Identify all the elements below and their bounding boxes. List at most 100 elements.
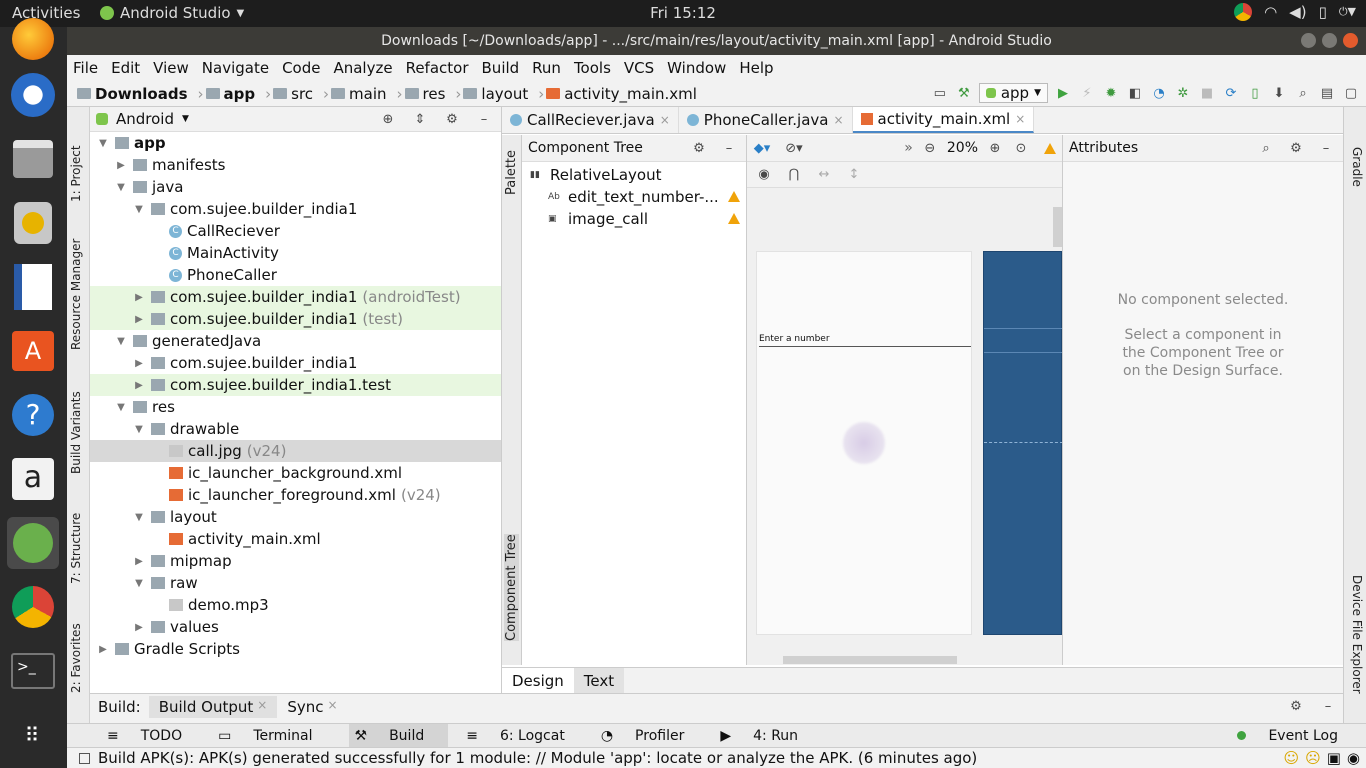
expanded-arrow-icon[interactable]: ▼ [96,138,110,149]
project-view-select[interactable]: Android [116,110,174,128]
breadcrumb-activity-main[interactable]: activity_main.xml [546,85,697,103]
tree-item[interactable]: ▼ app [90,132,501,154]
lock-icon[interactable]: ▣ [1327,749,1341,767]
warning-icon[interactable] [728,213,740,224]
status-toggle-icon[interactable] [79,752,90,764]
gradle-tab[interactable]: Gradle [1350,147,1364,187]
warning-icon[interactable] [1044,142,1056,154]
happy-face-icon[interactable]: ☺ [1283,749,1299,767]
menu-navigate[interactable]: Navigate [202,59,269,77]
maximize-icon[interactable] [1322,33,1337,48]
zoom-out-icon[interactable]: ⊖ [921,139,939,157]
stop-icon[interactable]: ■ [1198,84,1216,102]
breadcrumb-main[interactable]: main [331,85,387,103]
expanded-arrow-icon[interactable]: ▼ [132,512,146,523]
tree-item[interactable]: ic_launcher_foreground.xml (v24) [90,484,501,506]
palette-tab[interactable]: Palette [504,150,519,195]
run-icon[interactable]: ▶ [1054,84,1072,102]
tree-item[interactable]: ic_launcher_background.xml [90,462,501,484]
debug-icon[interactable]: ✹ [1102,84,1120,102]
zoom-fit-icon[interactable]: ⊙ [1012,139,1030,157]
writer-icon[interactable] [7,261,59,313]
component-tree-tab[interactable]: Component Tree [504,534,519,641]
device-file-explorer-tab[interactable]: Device File Explorer [1350,575,1364,694]
profiler-tool-button[interactable]: ◔ Profiler [601,728,703,744]
edit-text-number[interactable]: Enter a number [759,334,971,347]
collapsed-arrow-icon[interactable]: ▶ [132,622,146,633]
status-message[interactable]: Build APK(s): APK(s) generated successfu… [98,749,977,767]
breadcrumb-src[interactable]: src [273,85,313,103]
project-structure-icon[interactable]: ▤ [1318,84,1336,102]
gear-icon[interactable]: ⚙ [1287,698,1305,716]
menu-file[interactable]: File [73,59,98,77]
horizontal-arrow-icon[interactable]: ↔ [815,166,833,184]
tab-phonecaller[interactable]: PhoneCaller.java × [679,107,853,133]
tree-item[interactable]: activity_main.xml [90,528,501,550]
breadcrumb-res[interactable]: res [404,85,445,103]
assistant-icon[interactable]: ▢ [1342,84,1360,102]
terminal-icon[interactable]: >_ [7,645,59,697]
run-tool-button[interactable]: ▶ 4: Run [720,728,816,744]
tab-callreciever[interactable]: CallReciever.java × [502,107,679,133]
tree-item[interactable]: ▶ values [90,616,501,638]
gear-icon[interactable]: ⚙ [1287,139,1305,157]
close-tab-icon[interactable]: × [833,113,843,127]
vertical-arrow-icon[interactable]: ↕ [845,166,863,184]
layout-icon[interactable]: ▭ [931,84,949,102]
zoom-in-icon[interactable]: ⊕ [986,139,1004,157]
component-tree-item[interactable]: ▣ image_call [522,208,746,230]
tree-item[interactable]: C PhoneCaller [90,264,501,286]
tree-item[interactable]: ▼ com.sujee.builder_india1 [90,198,501,220]
collapsed-arrow-icon[interactable]: ▶ [132,556,146,567]
build-variants-tab[interactable]: Build Variants [69,391,83,474]
gear-icon[interactable]: ⚙ [443,110,461,128]
close-icon[interactable] [1343,33,1358,48]
tree-item[interactable]: ▶ com.sujee.builder_india1 (androidTest) [90,286,501,308]
eye-icon[interactable]: ◉ [755,166,773,184]
terminal-tool-button[interactable]: ▭ Terminal [218,728,330,744]
warning-icon[interactable] [728,191,740,202]
magnet-icon[interactable]: ⋂ [785,166,803,184]
tree-item[interactable]: C MainActivity [90,242,501,264]
todo-tool-button[interactable]: ≡ TODO [107,728,200,744]
collapsed-arrow-icon[interactable]: ▶ [114,160,128,171]
sync-gradle-icon[interactable]: ⟳ [1222,84,1240,102]
tree-item[interactable]: demo.mp3 [90,594,501,616]
menu-refactor[interactable]: Refactor [406,59,469,77]
tree-item[interactable]: ▶ com.sujee.builder_india1 [90,352,501,374]
expanded-arrow-icon[interactable]: ▼ [132,578,146,589]
search-icon[interactable]: ⌕ [1294,84,1312,102]
menu-code[interactable]: Code [282,59,320,77]
chrome-tray-icon[interactable] [1234,3,1253,21]
expanded-arrow-icon[interactable]: ▼ [114,402,128,413]
hide-panel-icon[interactable]: – [475,110,493,128]
wifi-icon[interactable]: ◠ [1264,3,1277,21]
avd-manager-icon[interactable]: ▯ [1246,84,1264,102]
breadcrumb-downloads[interactable]: Downloads [77,85,188,103]
resource-manager-tab[interactable]: Resource Manager [69,239,83,350]
menu-help[interactable]: Help [739,59,773,77]
collapsed-arrow-icon[interactable]: ▶ [132,292,146,303]
attach-debugger-icon[interactable]: ✲ [1174,84,1192,102]
blueprint-preview[interactable] [983,251,1063,635]
image-call[interactable] [843,422,885,464]
chevron-down-icon[interactable]: ▼ [182,114,189,124]
close-tab-icon[interactable]: × [327,698,337,716]
system-tray[interactable]: ◠ ◀) ▯ ⏻▼ [1234,3,1356,21]
device-preview[interactable]: Enter a number [756,251,972,635]
scrollbar-vertical[interactable] [1053,207,1062,247]
coverage-icon[interactable]: ◧ [1126,84,1144,102]
tree-item[interactable]: ▼ java [90,176,501,198]
locate-icon[interactable]: ⊕ [379,110,397,128]
apps-grid-icon[interactable]: ⠿ [7,709,59,761]
thunderbird-icon[interactable] [7,69,59,121]
sdk-manager-icon[interactable]: ⬇ [1270,84,1288,102]
tree-item[interactable]: ▼ layout [90,506,501,528]
tree-item[interactable]: ▼ res [90,396,501,418]
sync-tab[interactable]: Sync × [277,696,347,718]
files-icon[interactable] [7,133,59,185]
tree-item[interactable]: ▼ raw [90,572,501,594]
menu-vcs[interactable]: VCS [624,59,654,77]
gear-icon[interactable]: ⚙ [690,139,708,157]
app-menu[interactable]: Android Studio ▼ [100,4,244,22]
